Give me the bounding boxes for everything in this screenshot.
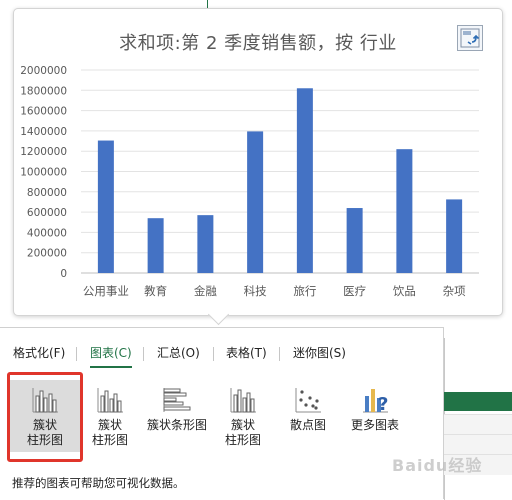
bar — [396, 149, 413, 273]
tab-separator — [279, 347, 280, 361]
y-tick-label: 1000000 — [20, 167, 67, 179]
more-charts-icon: ? — [363, 389, 388, 414]
more-charts-option[interactable]: ? 更多图表 — [340, 380, 410, 452]
bar — [296, 88, 313, 274]
y-tick-label: 2000000 — [20, 65, 67, 77]
y-tick-label: 1800000 — [20, 85, 67, 97]
x-tick-label: 公用事业 — [83, 284, 129, 298]
selection-highlight — [7, 372, 83, 462]
y-tick-label: 400000 — [27, 227, 67, 239]
chart-layout-icon[interactable] — [457, 25, 483, 51]
option-label: 簇状条形图 — [146, 418, 207, 432]
y-tick-label: 200000 — [27, 248, 67, 260]
tab-totals[interactable]: 汇总(O) — [157, 344, 200, 366]
option-label: 簇状 — [97, 418, 122, 432]
tab-separator — [76, 347, 77, 361]
y-tick-label: 1600000 — [20, 106, 67, 118]
clustered-bar-chart-icon — [163, 388, 191, 412]
tab-format[interactable]: 格式化(F) — [13, 344, 65, 366]
x-tick-label: 饮品 — [393, 284, 416, 298]
option-label: 柱形图 — [91, 433, 128, 447]
bar — [446, 199, 463, 273]
clustered-column-chart-icon — [97, 388, 123, 413]
x-tick-label: 医疗 — [343, 284, 366, 298]
clustered-column-chart-icon — [230, 388, 256, 413]
option-label: 柱形图 — [224, 433, 261, 447]
x-tick-label: 杂项 — [443, 284, 466, 298]
bar — [97, 140, 114, 273]
clustered-column-option[interactable]: 簇状 柱形图 — [75, 380, 145, 452]
sheet-cell[interactable] — [444, 414, 512, 435]
tab-separator — [213, 347, 214, 361]
scatter-option[interactable]: 散点图 — [273, 380, 343, 452]
bar — [247, 131, 264, 273]
x-tick-label: 旅行 — [293, 284, 316, 298]
svg-text:?: ? — [378, 394, 388, 414]
bar — [346, 208, 363, 273]
tab-sparklines[interactable]: 迷你图(S) — [293, 344, 346, 366]
x-tick-label: 教育 — [144, 284, 167, 298]
x-tick-label: 科技 — [244, 284, 267, 298]
clustered-column-option[interactable]: 簇状 柱形图 — [208, 380, 278, 452]
x-tick-label: 金融 — [194, 284, 217, 298]
option-label: 散点图 — [289, 418, 326, 432]
quick-analysis-tabs: 格式化(F) 图表(C) 汇总(O) 表格(T) 迷你图(S) — [0, 344, 443, 368]
watermark: Baidu经验 — [392, 456, 483, 475]
scatter-chart-icon — [295, 388, 321, 413]
y-tick-label: 0 — [60, 268, 67, 280]
y-tick-label: 800000 — [27, 187, 67, 199]
tab-charts[interactable]: 图表(C) — [90, 344, 132, 368]
y-tick-label: 1200000 — [20, 146, 67, 158]
bar — [197, 215, 214, 273]
y-tick-label: 600000 — [27, 207, 67, 219]
sheet-selected-row — [444, 392, 512, 411]
chart-preview: 求和项:第 2 季度销售额，按 行业 0 200000 400000 600000 80… — [13, 8, 503, 316]
column-chart: 0 200000 400000 600000 800000 1000000 1200000 1… — [20, 65, 479, 298]
clustered-bar-option[interactable]: 簇状条形图 — [142, 380, 212, 452]
tab-tables[interactable]: 表格(T) — [226, 344, 267, 366]
option-label: 簇状 — [230, 418, 255, 432]
option-label: 更多图表 — [350, 418, 399, 432]
sheet-border-line — [207, 0, 208, 8]
bar — [147, 218, 164, 273]
y-tick-label: 1400000 — [20, 126, 67, 138]
tab-separator — [143, 347, 144, 361]
panel-hint-text: 推荐的图表可帮助您可视化数据。 — [12, 476, 185, 490]
